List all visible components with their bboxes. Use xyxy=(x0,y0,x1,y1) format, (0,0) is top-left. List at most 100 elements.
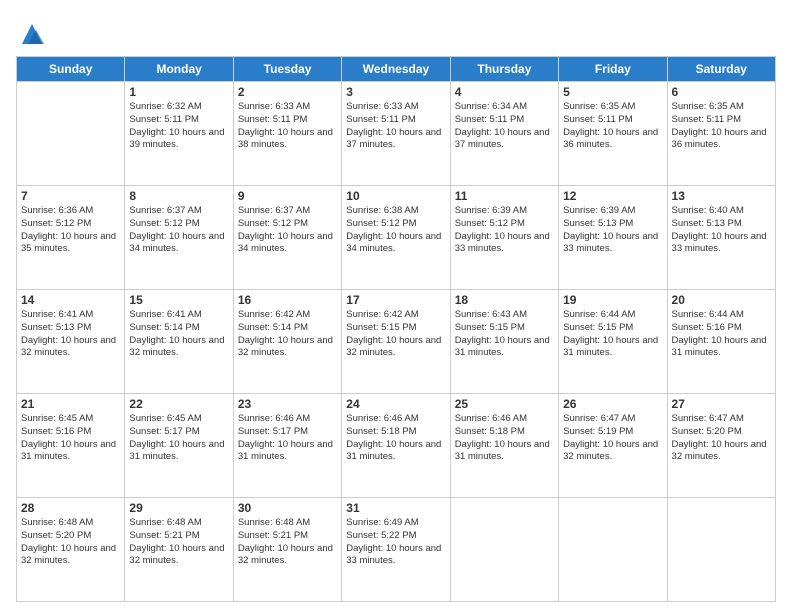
day-number: 10 xyxy=(346,189,445,203)
day-number: 25 xyxy=(455,397,554,411)
weekday-header-thursday: Thursday xyxy=(450,57,558,82)
weekday-header-row: SundayMondayTuesdayWednesdayThursdayFrid… xyxy=(17,57,776,82)
day-number: 2 xyxy=(238,85,337,99)
calendar-cell: 6 Sunrise: 6:35 AM Sunset: 5:11 PM Daylig… xyxy=(667,82,775,186)
day-info: Sunrise: 6:41 AM Sunset: 5:14 PM Dayligh… xyxy=(129,309,228,360)
day-number: 12 xyxy=(563,189,662,203)
calendar-cell: 20 Sunrise: 6:44 AM Sunset: 5:16 PM Dayli… xyxy=(667,290,775,394)
day-info: Sunrise: 6:45 AM Sunset: 5:16 PM Dayligh… xyxy=(21,413,120,464)
day-number: 21 xyxy=(21,397,120,411)
day-number: 15 xyxy=(129,293,228,307)
day-number: 14 xyxy=(21,293,120,307)
calendar-cell: 24 Sunrise: 6:46 AM Sunset: 5:18 PM Dayli… xyxy=(342,394,450,498)
calendar-cell xyxy=(667,498,775,602)
calendar-page: SundayMondayTuesdayWednesdayThursdayFrid… xyxy=(0,0,792,612)
weekday-header-sunday: Sunday xyxy=(17,57,125,82)
calendar-cell: 15 Sunrise: 6:41 AM Sunset: 5:14 PM Dayli… xyxy=(125,290,233,394)
calendar-cell: 8Sunrise: 6:37 AM Sunset: 5:12 PM Daylig… xyxy=(125,186,233,290)
day-info: Sunrise: 6:42 AM Sunset: 5:15 PM Dayligh… xyxy=(346,309,445,360)
calendar-cell: 19Sunrise: 6:44 AM Sunset: 5:15 PM Dayli… xyxy=(559,290,667,394)
calendar-cell: 13 Sunrise: 6:40 AM Sunset: 5:13 PM Dayli… xyxy=(667,186,775,290)
day-info: Sunrise: 6:45 AM Sunset: 5:17 PM Dayligh… xyxy=(129,413,228,464)
day-info: Sunrise: 6:44 AM Sunset: 5:15 PM Dayligh… xyxy=(563,309,662,360)
calendar-cell: 26Sunrise: 6:47 AM Sunset: 5:19 PM Dayli… xyxy=(559,394,667,498)
calendar-cell: 21 Sunrise: 6:45 AM Sunset: 5:16 PM Dayli… xyxy=(17,394,125,498)
weekday-header-tuesday: Tuesday xyxy=(233,57,341,82)
day-info: Sunrise: 6:38 AM Sunset: 5:12 PM Dayligh… xyxy=(346,205,445,256)
calendar-cell: 31 Sunrise: 6:49 AM Sunset: 5:22 PM Dayli… xyxy=(342,498,450,602)
day-number: 30 xyxy=(238,501,337,515)
day-number: 13 xyxy=(672,189,771,203)
day-info: Sunrise: 6:33 AM Sunset: 5:11 PM Dayligh… xyxy=(346,101,445,152)
day-info: Sunrise: 6:39 AM Sunset: 5:12 PM Dayligh… xyxy=(455,205,554,256)
day-info: Sunrise: 6:44 AM Sunset: 5:16 PM Dayligh… xyxy=(672,309,771,360)
day-info: Sunrise: 6:35 AM Sunset: 5:11 PM Dayligh… xyxy=(563,101,662,152)
calendar-cell: 1Sunrise: 6:32 AM Sunset: 5:11 PM Daylig… xyxy=(125,82,233,186)
calendar-week-4: 21 Sunrise: 6:45 AM Sunset: 5:16 PM Dayli… xyxy=(17,394,776,498)
calendar-cell: 10 Sunrise: 6:38 AM Sunset: 5:12 PM Dayli… xyxy=(342,186,450,290)
day-info: Sunrise: 6:47 AM Sunset: 5:20 PM Dayligh… xyxy=(672,413,771,464)
day-number: 7 xyxy=(21,189,120,203)
day-number: 17 xyxy=(346,293,445,307)
day-info: Sunrise: 6:48 AM Sunset: 5:21 PM Dayligh… xyxy=(129,517,228,568)
day-number: 31 xyxy=(346,501,445,515)
calendar-week-2: 7 Sunrise: 6:36 AM Sunset: 5:12 PM Daylig… xyxy=(17,186,776,290)
calendar-cell: 18 Sunrise: 6:43 AM Sunset: 5:15 PM Dayli… xyxy=(450,290,558,394)
weekday-header-friday: Friday xyxy=(559,57,667,82)
day-info: Sunrise: 6:48 AM Sunset: 5:21 PM Dayligh… xyxy=(238,517,337,568)
day-number: 23 xyxy=(238,397,337,411)
day-info: Sunrise: 6:41 AM Sunset: 5:13 PM Dayligh… xyxy=(21,309,120,360)
calendar-cell: 28Sunrise: 6:48 AM Sunset: 5:20 PM Dayli… xyxy=(17,498,125,602)
calendar-body: 1Sunrise: 6:32 AM Sunset: 5:11 PM Daylig… xyxy=(17,82,776,602)
day-number: 20 xyxy=(672,293,771,307)
day-info: Sunrise: 6:34 AM Sunset: 5:11 PM Dayligh… xyxy=(455,101,554,152)
day-info: Sunrise: 6:48 AM Sunset: 5:20 PM Dayligh… xyxy=(21,517,120,568)
calendar-cell: 9Sunrise: 6:37 AM Sunset: 5:12 PM Daylig… xyxy=(233,186,341,290)
day-number: 6 xyxy=(672,85,771,99)
weekday-header-wednesday: Wednesday xyxy=(342,57,450,82)
logo xyxy=(16,20,46,48)
day-info: Sunrise: 6:47 AM Sunset: 5:19 PM Dayligh… xyxy=(563,413,662,464)
calendar-cell: 11 Sunrise: 6:39 AM Sunset: 5:12 PM Dayli… xyxy=(450,186,558,290)
weekday-header-monday: Monday xyxy=(125,57,233,82)
calendar-cell: 22 Sunrise: 6:45 AM Sunset: 5:17 PM Dayli… xyxy=(125,394,233,498)
calendar-cell: 12 Sunrise: 6:39 AM Sunset: 5:13 PM Dayli… xyxy=(559,186,667,290)
day-info: Sunrise: 6:39 AM Sunset: 5:13 PM Dayligh… xyxy=(563,205,662,256)
calendar-week-3: 14 Sunrise: 6:41 AM Sunset: 5:13 PM Dayli… xyxy=(17,290,776,394)
day-number: 24 xyxy=(346,397,445,411)
day-number: 18 xyxy=(455,293,554,307)
day-info: Sunrise: 6:37 AM Sunset: 5:12 PM Dayligh… xyxy=(129,205,228,256)
calendar-cell: 14 Sunrise: 6:41 AM Sunset: 5:13 PM Dayli… xyxy=(17,290,125,394)
logo-icon xyxy=(18,20,46,48)
day-info: Sunrise: 6:40 AM Sunset: 5:13 PM Dayligh… xyxy=(672,205,771,256)
calendar-cell: 17 Sunrise: 6:42 AM Sunset: 5:15 PM Dayli… xyxy=(342,290,450,394)
calendar-table: SundayMondayTuesdayWednesdayThursdayFrid… xyxy=(16,56,776,602)
day-info: Sunrise: 6:46 AM Sunset: 5:17 PM Dayligh… xyxy=(238,413,337,464)
day-number: 3 xyxy=(346,85,445,99)
day-info: Sunrise: 6:36 AM Sunset: 5:12 PM Dayligh… xyxy=(21,205,120,256)
day-number: 16 xyxy=(238,293,337,307)
calendar-cell: 30 Sunrise: 6:48 AM Sunset: 5:21 PM Dayli… xyxy=(233,498,341,602)
day-number: 1 xyxy=(129,85,228,99)
weekday-header-saturday: Saturday xyxy=(667,57,775,82)
day-info: Sunrise: 6:35 AM Sunset: 5:11 PM Dayligh… xyxy=(672,101,771,152)
calendar-cell xyxy=(17,82,125,186)
day-info: Sunrise: 6:33 AM Sunset: 5:11 PM Dayligh… xyxy=(238,101,337,152)
day-info: Sunrise: 6:43 AM Sunset: 5:15 PM Dayligh… xyxy=(455,309,554,360)
day-info: Sunrise: 6:49 AM Sunset: 5:22 PM Dayligh… xyxy=(346,517,445,568)
calendar-week-5: 28Sunrise: 6:48 AM Sunset: 5:20 PM Dayli… xyxy=(17,498,776,602)
day-number: 27 xyxy=(672,397,771,411)
day-number: 5 xyxy=(563,85,662,99)
calendar-week-1: 1Sunrise: 6:32 AM Sunset: 5:11 PM Daylig… xyxy=(17,82,776,186)
day-info: Sunrise: 6:46 AM Sunset: 5:18 PM Dayligh… xyxy=(346,413,445,464)
day-number: 29 xyxy=(129,501,228,515)
day-number: 11 xyxy=(455,189,554,203)
day-number: 4 xyxy=(455,85,554,99)
day-number: 9 xyxy=(238,189,337,203)
calendar-cell: 3 Sunrise: 6:33 AM Sunset: 5:11 PM Daylig… xyxy=(342,82,450,186)
day-number: 22 xyxy=(129,397,228,411)
calendar-cell: 16Sunrise: 6:42 AM Sunset: 5:14 PM Dayli… xyxy=(233,290,341,394)
calendar-cell: 27 Sunrise: 6:47 AM Sunset: 5:20 PM Dayli… xyxy=(667,394,775,498)
page-header xyxy=(16,16,776,48)
calendar-cell: 2 Sunrise: 6:33 AM Sunset: 5:11 PM Daylig… xyxy=(233,82,341,186)
